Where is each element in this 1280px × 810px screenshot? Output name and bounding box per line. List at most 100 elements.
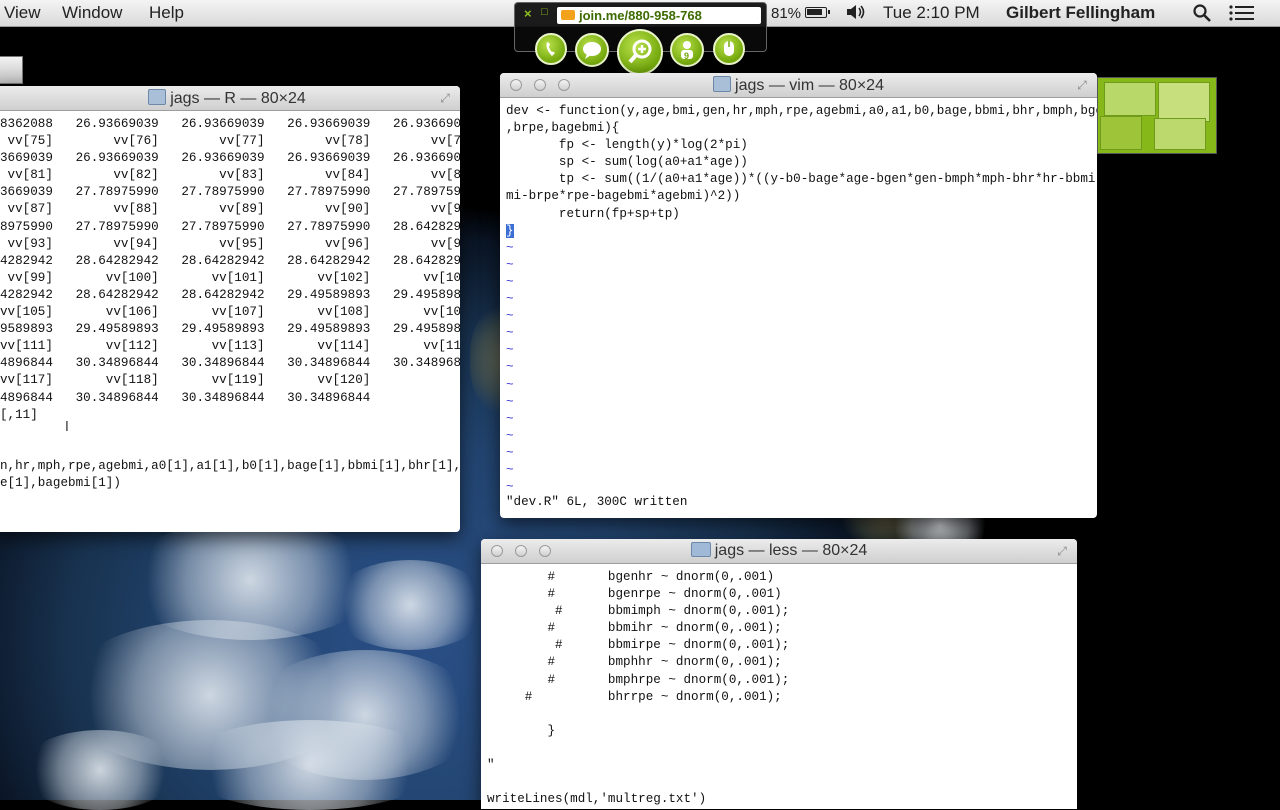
- terminal-line: vv[87] vv[88] vv[89] vv[90] vv[91]: [0, 202, 460, 217]
- joinme-phone-button[interactable]: [535, 33, 567, 65]
- terminal-line: # bbmirpe ~ dnorm(0,.001);: [487, 638, 790, 653]
- less-terminal-titlebar[interactable]: jags — less — 80×24 ⤢: [481, 539, 1077, 564]
- mouse-icon: [724, 41, 734, 56]
- fullscreen-icon[interactable]: ⤢: [438, 91, 452, 105]
- joinme-participants-button[interactable]: 9: [670, 33, 704, 67]
- phone-icon: [546, 42, 555, 56]
- terminal-line: e[1],bagebmi[1]): [0, 475, 121, 490]
- terminal-line: # bmphhr ~ dnorm(0,.001);: [487, 655, 782, 670]
- participant-count: 9: [684, 51, 690, 61]
- less-pager-content[interactable]: # bgenhr ~ dnorm(0,.001) # bgenrpe ~ dno…: [487, 569, 1077, 808]
- less-terminal-window[interactable]: jags — less — 80×24 ⤢ # bgenhr ~ dnorm(0…: [481, 539, 1077, 809]
- vim-empty-line-tilde: ~: [506, 394, 514, 409]
- terminal-line: mi-brpe*rpe-bagebmi*agebmi)^2)): [506, 189, 741, 204]
- fullscreen-icon[interactable]: ⤢: [1055, 544, 1069, 558]
- vim-cursor: }: [506, 223, 514, 238]
- desktop-item-icon[interactable]: [0, 56, 23, 84]
- document-icon: [148, 89, 167, 105]
- r-terminal-window[interactable]: jags — R — 80×24 ⤢ 8362088 26.93669039 2…: [0, 86, 460, 532]
- spotlight-search-icon[interactable]: [1192, 3, 1212, 28]
- joinme-logo-icon: [561, 10, 575, 20]
- terminal-line: 4282942 28.64282942 28.64282942 29.49589…: [0, 287, 460, 302]
- terminal-line: tp <- sum((1/(a0+a1*age))*((y-b0-bage*ag…: [506, 172, 1097, 187]
- r-terminal-content[interactable]: 8362088 26.93669039 26.93669039 26.93669…: [0, 116, 460, 492]
- vim-editor-content[interactable]: dev <- function(y,age,bmi,gen,hr,mph,rpe…: [506, 103, 1097, 496]
- joinme-url-field[interactable]: join.me/880-958-768: [557, 7, 761, 24]
- less-terminal-title: jags — less — 80×24: [714, 542, 868, 559]
- r-terminal-titlebar[interactable]: jags — R — 80×24 ⤢: [0, 86, 460, 111]
- terminal-line: sp <- sum(log(a0+a1*age)): [506, 155, 748, 170]
- vim-empty-line-tilde: ~: [506, 292, 514, 307]
- vim-terminal-title: jags — vim — 80×24: [735, 77, 884, 94]
- menu-help[interactable]: Help: [149, 3, 184, 23]
- joinme-minimize-button[interactable]: □: [541, 6, 548, 18]
- vim-empty-line-tilde: ~: [506, 360, 514, 375]
- terminal-line: 8975990 27.78975990 27.78975990 27.78975…: [0, 219, 460, 234]
- text-cursor-icon: I: [65, 420, 69, 435]
- vim-terminal-window[interactable]: jags — vim — 80×24 ⤢ dev <- function(y,a…: [500, 73, 1097, 518]
- volume-icon[interactable]: [845, 2, 867, 27]
- terminal-line: vv[111] vv[112] vv[113] vv[114] vv[115]: [0, 339, 460, 354]
- clock[interactable]: Tue 2:10 PM: [883, 3, 980, 23]
- terminal-line: [,11]: [0, 407, 38, 422]
- joinme-zoom-button[interactable]: [617, 29, 663, 75]
- battery-percent: 81%: [771, 5, 802, 22]
- joinme-chat-button[interactable]: [575, 33, 609, 67]
- terminal-line: # bgenhr ~ dnorm(0,.001): [487, 570, 775, 584]
- vim-empty-line-tilde: ~: [506, 377, 514, 392]
- user-name[interactable]: Gilbert Fellingham: [1006, 3, 1155, 23]
- joinme-close-button[interactable]: ×: [524, 6, 532, 21]
- document-icon: [713, 76, 732, 92]
- vim-status-line: "dev.R" 6L, 300C written: [506, 495, 688, 509]
- vim-empty-line-tilde: ~: [506, 428, 514, 443]
- terminal-line: dev <- function(y,age,bmi,gen,hr,mph,rpe…: [506, 104, 1097, 118]
- terminal-line: # bbmimph ~ dnorm(0,.001);: [487, 604, 790, 619]
- notification-list-icon[interactable]: [1229, 4, 1255, 27]
- vim-cursor-line: }: [506, 223, 1097, 240]
- terminal-line: ": [487, 758, 495, 773]
- terminal-line: fp <- length(y)*log(2*pi): [506, 138, 748, 153]
- vim-empty-line-tilde: ~: [506, 274, 514, 289]
- terminal-line: }: [487, 723, 556, 738]
- vim-terminal-titlebar[interactable]: jags — vim — 80×24 ⤢: [500, 73, 1097, 98]
- terminal-line: # bhrrpe ~ dnorm(0,.001);: [487, 689, 782, 704]
- vim-empty-line-tilde: ~: [506, 240, 514, 255]
- chat-bubble-icon: [583, 42, 601, 59]
- vim-empty-line-tilde: ~: [506, 411, 514, 426]
- terminal-line: return(fp+sp+tp): [506, 206, 680, 221]
- menu-view[interactable]: View: [4, 3, 41, 23]
- terminal-line: vv[81] vv[82] vv[83] vv[84] vv[85]: [0, 168, 460, 183]
- vim-empty-line-tilde: ~: [506, 445, 514, 460]
- terminal-line: # bmphrpe ~ dnorm(0,.001);: [487, 672, 790, 687]
- vim-empty-line-tilde: ~: [506, 326, 514, 341]
- terminal-line: 8362088 26.93669039 26.93669039 26.93669…: [0, 117, 460, 131]
- joinme-mouse-button[interactable]: [713, 33, 745, 65]
- battery-icon[interactable]: [805, 7, 830, 18]
- fullscreen-icon[interactable]: ⤢: [1075, 78, 1089, 92]
- terminal-line: ,brpe,bagebmi){: [506, 121, 620, 136]
- terminal-line: 3669039 27.78975990 27.78975990 27.78975…: [0, 185, 460, 200]
- terminal-line: 4896844 30.34896844 30.34896844 30.34896…: [0, 390, 371, 405]
- zoom-in-icon: [628, 39, 652, 64]
- terminal-line: vv[105] vv[106] vv[107] vv[108] vv[109]: [0, 305, 460, 320]
- terminal-line: vv[117] vv[118] vv[119] vv[120]: [0, 373, 371, 388]
- vim-empty-line-tilde: ~: [506, 257, 514, 272]
- terminal-line: # bgenrpe ~ dnorm(0,.001): [487, 587, 782, 602]
- vim-empty-line-tilde: ~: [506, 309, 514, 324]
- menu-window[interactable]: Window: [62, 3, 122, 23]
- terminal-line: 3669039 26.93669039 26.93669039 26.93669…: [0, 151, 460, 166]
- terminal-line: 4896844 30.34896844 30.34896844 30.34896…: [0, 356, 460, 371]
- screen-thumbnail-preview[interactable]: [1097, 77, 1217, 154]
- terminal-line: 9589893 29.49589893 29.49589893 29.49589…: [0, 322, 460, 337]
- terminal-line: vv[99] vv[100] vv[101] vv[102] vv[103]: [0, 270, 460, 285]
- vim-empty-line-tilde: ~: [506, 343, 514, 358]
- folder-icon: [690, 542, 711, 557]
- terminal-line: 4282942 28.64282942 28.64282942 28.64282…: [0, 253, 460, 268]
- vim-empty-line-tilde: ~: [506, 462, 514, 477]
- terminal-line: vv[93] vv[94] vv[95] vv[96] vv[97]: [0, 236, 460, 251]
